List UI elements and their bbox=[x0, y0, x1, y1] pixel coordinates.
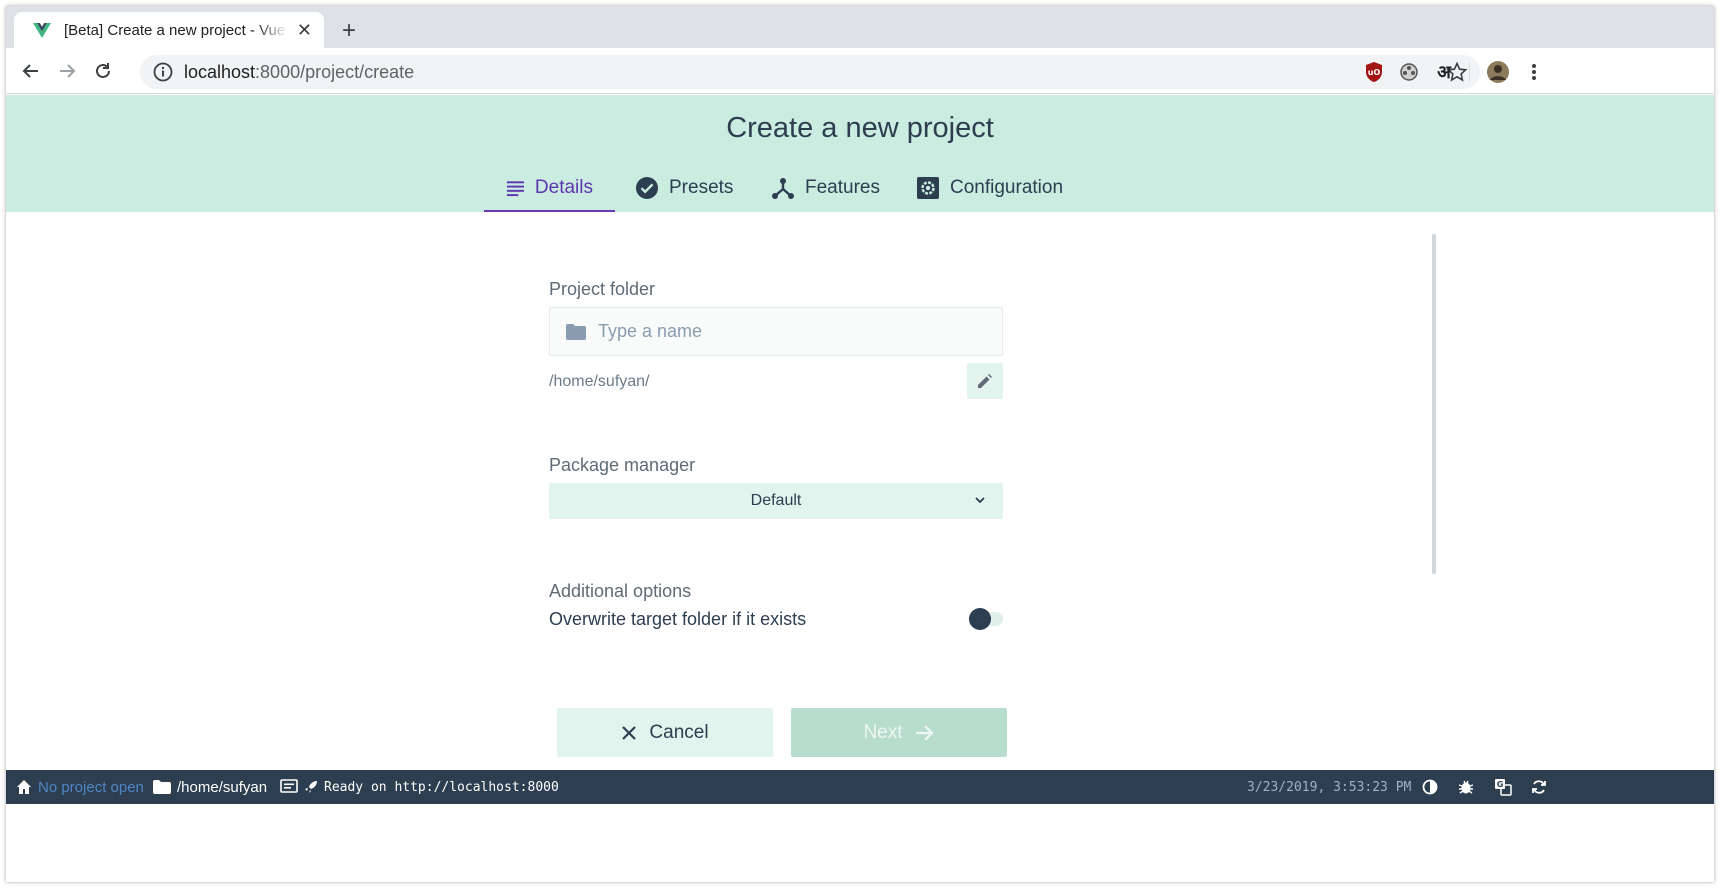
content-scrollbar[interactable] bbox=[1432, 234, 1436, 574]
toggle-knob bbox=[969, 608, 991, 630]
project-path: /home/sufyan/ bbox=[549, 373, 650, 390]
tab-details-label: Details bbox=[534, 177, 593, 198]
url-path: :8000/project/create bbox=[255, 61, 415, 82]
rocket-icon bbox=[305, 781, 317, 793]
chevron-down-icon bbox=[975, 497, 985, 504]
browser-tab[interactable]: [Beta] Create a new project - Vue CLI ✕ bbox=[14, 12, 324, 48]
browser-window: [Beta] Create a new project - Vue CLI ✕ … bbox=[6, 6, 1714, 882]
datetime-status: 3/23/2019, 3:53:23 PM bbox=[1247, 770, 1411, 804]
tab-presets-label: Presets bbox=[669, 177, 734, 198]
profile-avatar[interactable] bbox=[1486, 60, 1510, 84]
overwrite-label: Overwrite target folder if it exists bbox=[549, 609, 807, 629]
status-bar: No project open /home/sufyan Ready on ht… bbox=[6, 770, 1714, 804]
close-icon bbox=[622, 725, 637, 740]
main-content: Project folder /home/sufyan/ Package man… bbox=[6, 212, 1714, 782]
new-tab-button[interactable]: + bbox=[334, 16, 364, 46]
tab-features-label: Features bbox=[805, 177, 880, 198]
overwrite-toggle[interactable] bbox=[969, 608, 1003, 630]
tab-presets[interactable]: Presets bbox=[613, 164, 755, 212]
arrow-left-icon bbox=[22, 64, 38, 78]
page-title: Create a new project bbox=[726, 112, 994, 144]
menu-dots-icon[interactable] bbox=[1522, 60, 1546, 84]
step-tabs: Details Presets Features Configuration bbox=[6, 164, 1714, 212]
vue-logo-icon bbox=[33, 23, 51, 38]
folder-icon bbox=[566, 323, 586, 340]
cwd-status[interactable]: /home/sufyan bbox=[153, 770, 267, 804]
tab-features[interactable]: Features bbox=[749, 164, 902, 212]
log-status[interactable]: Ready on http://localhost:8000 bbox=[280, 770, 559, 804]
console-icon bbox=[280, 779, 298, 793]
package-manager-label: Package manager bbox=[549, 455, 696, 475]
cancel-button[interactable]: Cancel bbox=[557, 708, 773, 757]
transliterate-extension-icon[interactable]: अ bbox=[1432, 60, 1456, 84]
tab-strip: [Beta] Create a new project - Vue CLI ✕ … bbox=[6, 6, 1714, 48]
url-host: localhost bbox=[184, 61, 256, 82]
app-header: Create a new project Details Presets Fea… bbox=[6, 95, 1714, 212]
translate-icon[interactable]: G bbox=[1493, 777, 1513, 797]
pencil-icon bbox=[978, 374, 992, 388]
cwd-label: /home/sufyan bbox=[177, 778, 268, 796]
close-tab-icon[interactable]: ✕ bbox=[297, 20, 312, 41]
project-status[interactable]: No project open bbox=[16, 770, 144, 804]
svg-text:uO: uO bbox=[1368, 68, 1381, 77]
back-button[interactable] bbox=[16, 56, 46, 86]
project-folder-label: Project folder bbox=[549, 279, 656, 299]
next-button-label: Next bbox=[863, 721, 903, 743]
settings-box-icon bbox=[917, 177, 939, 199]
log-message: Ready on http://localhost:8000 bbox=[324, 779, 559, 795]
reload-button[interactable] bbox=[88, 56, 118, 86]
folder-icon bbox=[153, 780, 171, 794]
next-button[interactable]: Next bbox=[791, 708, 1007, 757]
refresh-icon[interactable] bbox=[1529, 777, 1549, 797]
merge-icon bbox=[772, 178, 794, 199]
tab-configuration-label: Configuration bbox=[950, 177, 1064, 198]
svg-text:G: G bbox=[1497, 780, 1504, 789]
dark-mode-icon[interactable] bbox=[1420, 777, 1440, 797]
check-circle-icon bbox=[636, 177, 658, 199]
project-status-label: No project open bbox=[38, 778, 144, 796]
project-name-input[interactable] bbox=[598, 321, 978, 342]
address-bar[interactable]: localhost :8000/project/create bbox=[140, 55, 1480, 89]
browser-toolbar: localhost :8000/project/create uO अ bbox=[6, 48, 1714, 94]
arrow-right-icon bbox=[60, 64, 76, 78]
film-extension-icon[interactable] bbox=[1397, 60, 1421, 84]
forward-button[interactable] bbox=[52, 56, 82, 86]
tab-details[interactable]: Details bbox=[484, 164, 615, 212]
tab-title: [Beta] Create a new project - Vue CLI bbox=[64, 21, 289, 39]
ublock-extension-icon[interactable]: uO bbox=[1362, 60, 1386, 84]
project-name-field[interactable] bbox=[549, 307, 1003, 356]
home-icon bbox=[17, 780, 31, 794]
toolbar-divider bbox=[1469, 62, 1470, 82]
edit-path-button[interactable] bbox=[967, 363, 1003, 399]
reload-icon bbox=[96, 63, 110, 78]
list-icon bbox=[506, 181, 524, 197]
cancel-button-label: Cancel bbox=[649, 721, 709, 743]
bug-icon[interactable] bbox=[1456, 777, 1476, 797]
tab-configuration[interactable]: Configuration bbox=[894, 164, 1085, 212]
package-manager-value: Default bbox=[750, 492, 802, 509]
info-icon[interactable] bbox=[152, 61, 174, 83]
datetime-label: 3/23/2019, 3:53:23 PM bbox=[1247, 779, 1412, 795]
package-manager-select[interactable]: Default bbox=[549, 483, 1003, 519]
arrow-right-icon bbox=[915, 724, 934, 741]
additional-options-label: Additional options bbox=[549, 581, 692, 601]
